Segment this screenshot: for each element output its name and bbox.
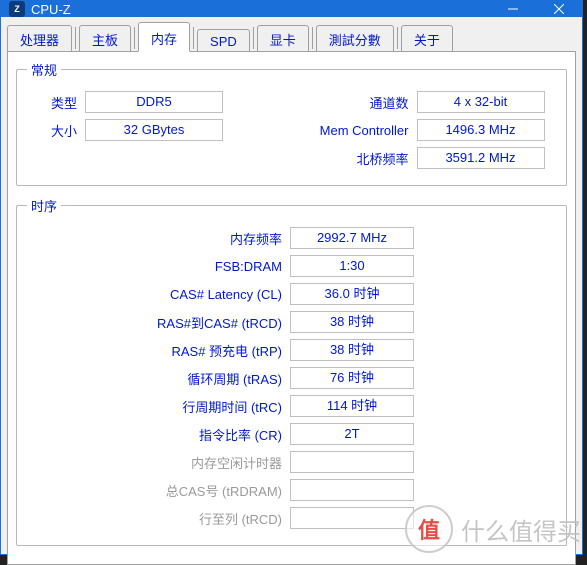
- timing-row: CAS# Latency (CL)36.0 时钟: [95, 283, 556, 305]
- timing-value: 1:30: [290, 255, 414, 277]
- timing-label: 循环周期 (tRAS): [95, 369, 290, 388]
- tab-cpu[interactable]: 处理器: [7, 25, 72, 52]
- tab-separator: [75, 27, 76, 49]
- close-button[interactable]: [536, 1, 582, 17]
- value-size: 32 GBytes: [85, 119, 223, 141]
- timing-row: 循环周期 (tRAS)76 时钟: [95, 367, 556, 389]
- label-nb-freq: 北桥频率: [297, 149, 417, 168]
- timing-value: [290, 479, 414, 501]
- value-channels: 4 x 32-bit: [417, 91, 545, 113]
- group-timings-legend: 时序: [27, 196, 61, 215]
- value-nb-freq: 3591.2 MHz: [417, 147, 545, 169]
- timing-row: FSB:DRAM1:30: [95, 255, 556, 277]
- timing-label: 内存空闲计时器: [95, 453, 290, 472]
- label-size: 大小: [27, 121, 85, 140]
- timing-label: CAS# Latency (CL): [95, 287, 290, 302]
- tab-panel-memory: 常规 类型 DDR5 大小 32 GBytes 通道数 4 x 32-bit: [7, 51, 576, 565]
- timing-label: RAS# 预充电 (tRP): [95, 341, 290, 360]
- tab-spd[interactable]: SPD: [197, 29, 250, 52]
- timing-label: 行周期时间 (tRC): [95, 397, 290, 416]
- timing-label: 内存频率: [95, 229, 290, 248]
- tab-memory[interactable]: 内存: [138, 22, 190, 52]
- timing-row: RAS# 预充电 (tRP)38 时钟: [95, 339, 556, 361]
- timing-label: RAS#到CAS# (tRCD): [95, 313, 290, 332]
- timing-value: 76 时钟: [290, 367, 414, 389]
- tab-bar: 处理器 主板 内存 SPD 显卡 測試分數 关于: [1, 17, 582, 51]
- tab-separator: [312, 27, 313, 49]
- timing-value: 2992.7 MHz: [290, 227, 414, 249]
- tab-graphics[interactable]: 显卡: [257, 25, 309, 52]
- tab-mainboard[interactable]: 主板: [79, 25, 131, 52]
- timing-value: 114 时钟: [290, 395, 414, 417]
- tab-separator: [397, 27, 398, 49]
- timing-label: FSB:DRAM: [95, 259, 290, 274]
- group-general-legend: 常规: [27, 60, 61, 79]
- timing-label: 指令比率 (CR): [95, 425, 290, 444]
- timing-value: [290, 451, 414, 473]
- app-window: Z CPU-Z 处理器 主板 内存 SPD 显卡 測試分數 关于 常规: [0, 0, 583, 555]
- group-general: 常规 类型 DDR5 大小 32 GBytes 通道数 4 x 32-bit: [16, 60, 567, 186]
- tab-separator: [134, 27, 135, 49]
- app-icon: Z: [9, 1, 25, 17]
- timing-row: 总CAS号 (tRDRAM): [95, 479, 556, 501]
- tab-separator: [193, 27, 194, 49]
- timing-row: 行至列 (tRCD): [95, 507, 556, 529]
- timing-row: 指令比率 (CR)2T: [95, 423, 556, 445]
- tab-separator: [253, 27, 254, 49]
- label-channels: 通道数: [297, 93, 417, 112]
- timing-row: 内存频率2992.7 MHz: [95, 227, 556, 249]
- tab-about[interactable]: 关于: [401, 25, 453, 52]
- timing-row: 内存空闲计时器: [95, 451, 556, 473]
- value-type: DDR5: [85, 91, 223, 113]
- timing-value: 38 时钟: [290, 311, 414, 333]
- titlebar[interactable]: Z CPU-Z: [1, 1, 582, 17]
- timing-row: RAS#到CAS# (tRCD)38 时钟: [95, 311, 556, 333]
- label-mem-controller: Mem Controller: [297, 123, 417, 138]
- timing-value: 38 时钟: [290, 339, 414, 361]
- timing-value: 36.0 时钟: [290, 283, 414, 305]
- timing-row: 行周期时间 (tRC)114 时钟: [95, 395, 556, 417]
- window-controls: [490, 1, 582, 17]
- timing-label: 总CAS号 (tRDRAM): [95, 481, 290, 500]
- tab-bench[interactable]: 測試分數: [316, 25, 394, 52]
- timing-value: [290, 507, 414, 529]
- label-type: 类型: [27, 93, 85, 112]
- minimize-button[interactable]: [490, 1, 536, 17]
- timing-value: 2T: [290, 423, 414, 445]
- value-mem-controller: 1496.3 MHz: [417, 119, 545, 141]
- group-timings: 时序 内存频率2992.7 MHzFSB:DRAM1:30CAS# Latenc…: [16, 196, 567, 546]
- window-title: CPU-Z: [31, 2, 490, 17]
- timing-label: 行至列 (tRCD): [95, 509, 290, 528]
